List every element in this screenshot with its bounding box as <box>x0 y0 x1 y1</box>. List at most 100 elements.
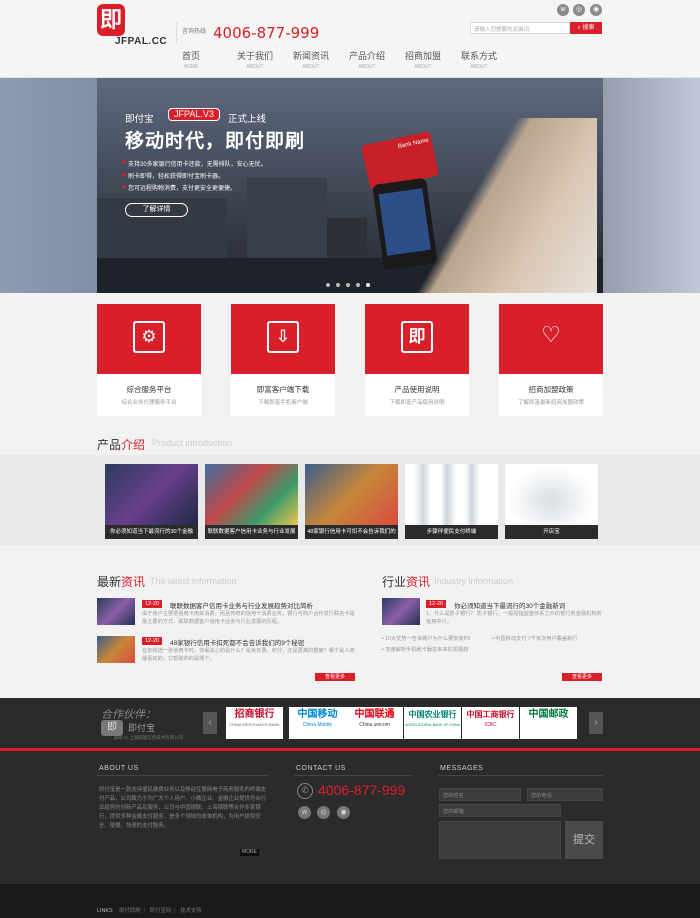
weibo-icon[interactable]: w <box>298 806 311 819</box>
news-list-item[interactable]: • 10大优势一告诉商户为什么要安装P0 <box>382 635 470 642</box>
footer-link[interactable]: 即付宝网 <box>150 908 172 914</box>
learn-more-button[interactable]: 了解详情 <box>125 203 188 217</box>
heading-text: 产品 <box>97 438 122 452</box>
chevron-left-icon[interactable]: ‹ <box>203 712 217 734</box>
nav-label: 首页 <box>181 51 200 61</box>
partner-en: China unicom <box>359 722 390 728</box>
email-field[interactable]: 您的邮箱 <box>439 804 561 817</box>
nav-label: 联系方式 <box>460 51 497 61</box>
industry-more-button[interactable]: 查看更多 <box>562 673 602 681</box>
partners-brand-sub: jfpal.cc 上海即富信息技术有限公司 <box>114 735 184 740</box>
product-image <box>105 464 198 525</box>
heading-text: 最新 <box>97 575 122 589</box>
industry-news-heading-en: Industry information <box>434 576 514 586</box>
partner-logo-icbc[interactable]: 中国工商银行 ICBC <box>462 707 519 739</box>
product-card[interactable]: 48家银行信用卡可扣不会告诉我们的 <box>305 464 398 539</box>
latest-news-heading-en: The latest information <box>150 576 237 586</box>
news-excerpt: 由于用户主要把信用卡用来消费，而且传统的信用卡消费业务，银行与商户合作发行联名卡… <box>142 611 355 625</box>
service-title: 综合服务平台 <box>126 385 172 394</box>
search-input[interactable]: 请输入您想要的关键词 <box>470 22 570 34</box>
partner-logo-abc[interactable]: 中国农业银行 AGRICULTURAL BANK OF CHINA <box>404 707 461 739</box>
hero-banner: 即付宝 JFPAL.V3 正式上线 移动时代，即付即刷 支持20多家银行信用卡还… <box>0 78 700 293</box>
latest-news-heading: 最新资讯 <box>97 573 145 590</box>
banner-prefix: 即付宝 <box>125 114 154 125</box>
news-headline[interactable]: 48家银行信用卡扣死都不会告诉我们的9个秘密 <box>170 637 304 647</box>
partners-brand-name: 即付宝 <box>128 723 156 733</box>
service-card-platform[interactable]: ⚙ 综合服务平台 综合业务代理服务平台 <box>97 304 201 416</box>
service-card-franchise[interactable]: ♡ 招商加盟政策 了解即富最新招商加盟政策 <box>499 304 603 416</box>
nav-item-about[interactable]: 关于我们 ABOUT <box>230 49 280 70</box>
monitor-gear-icon: ⚙ <box>133 321 165 353</box>
latest-more-button[interactable]: 查看更多 <box>315 673 355 681</box>
message-textarea[interactable] <box>439 821 561 859</box>
slider-dot[interactable] <box>326 283 330 287</box>
phone-field[interactable]: 您的电话 <box>527 788 603 801</box>
name-field[interactable]: 您的姓名 <box>439 788 521 801</box>
nav-item-home[interactable]: 首页 HOME <box>166 49 216 70</box>
search-button[interactable]: ⌕ 搜索 <box>570 22 602 34</box>
product-card[interactable]: 步骤伴便民支付终端 <box>405 464 498 539</box>
footer-link[interactable]: 即付即刷 <box>119 908 141 914</box>
partner-en: AGRICULTURAL BANK OF CHINA <box>405 723 460 727</box>
partner-logo-china-mobile[interactable]: 中国移动 China Mobile <box>289 707 346 739</box>
nav-item-products[interactable]: 产品介绍 ABOUT <box>342 49 392 70</box>
wechat-icon[interactable]: ◎ <box>573 4 585 16</box>
service-subtitle: 下载即富产品使用说明 <box>389 400 445 406</box>
news-date: 12-20 <box>142 637 163 645</box>
nav-item-franchise[interactable]: 招商加盟 ABOUT <box>398 49 448 70</box>
weibo-icon[interactable]: w <box>557 4 569 16</box>
partner-name: 中国移动 <box>297 709 338 720</box>
footer-link[interactable]: 技术支持 <box>180 908 202 914</box>
footer-rule <box>97 775 269 776</box>
heading-text: 行业 <box>382 575 407 589</box>
slider-dot-active[interactable] <box>366 283 370 287</box>
news-date: 12-20 <box>426 600 447 608</box>
partner-logo-china-post[interactable]: 中国邮政 <box>520 707 577 739</box>
nav-item-news[interactable]: 新闻资讯 ABOUT <box>286 49 336 70</box>
nav-item-contact[interactable]: 联系方式 ABOUT <box>454 49 504 70</box>
service-title: 产品使用说明 <box>394 385 440 394</box>
nav-label: 关于我们 <box>236 51 273 61</box>
slider-dot[interactable] <box>336 283 340 287</box>
banner-bullet: 刷卡即得，轻松获得即付宝刷卡器。 <box>121 171 224 180</box>
industry-news-heading: 行业资讯 <box>382 573 430 590</box>
news-thumbnail[interactable] <box>382 598 420 625</box>
partner-name: 中国联通 <box>354 709 395 720</box>
product-image <box>305 464 398 525</box>
wechat-icon[interactable]: ◎ <box>317 806 330 819</box>
service-card-download[interactable]: ⇩ 即富客户端下载 下载即富手机客户端 <box>231 304 335 416</box>
product-card[interactable]: 联联数据客户信用卡业务与行业发展 <box>205 464 298 539</box>
news-headline[interactable]: 你必须知道当下最流行的30个金融新词 <box>454 600 565 610</box>
site-logo[interactable]: 即 JFPAL.CC <box>97 4 167 47</box>
service-card-header: 即 <box>365 304 469 374</box>
news-date: 12-20 <box>142 600 163 608</box>
news-thumbnail[interactable] <box>97 636 135 663</box>
messages-heading: MESSAGES <box>440 765 484 772</box>
heading-highlight: 介绍 <box>121 438 146 452</box>
footer-links: LINKS 即付即刷 | 即付宝网 | 技术支持 <box>97 908 202 914</box>
partner-logo-china-unicom[interactable]: 中国联通 China unicom <box>346 707 403 739</box>
slider-dot[interactable] <box>356 283 360 287</box>
qq-icon[interactable]: ◉ <box>590 4 602 16</box>
news-headline[interactable]: 联联数据客户信用卡业务与行业发展趋势对比简析 <box>170 600 313 610</box>
handshake-icon: ♡ <box>541 322 561 347</box>
partner-en: China Mobile <box>302 722 333 728</box>
news-thumbnail[interactable] <box>97 598 135 625</box>
partner-logo-cmb[interactable]: 招商银行 CHINA MERCHANTS BANK <box>226 707 283 739</box>
partner-name: 中国工商银行 <box>466 710 515 719</box>
news-list-item[interactable]: • 苏度解析手机刷卡器在未来的发展趋 <box>382 646 468 653</box>
qq-icon[interactable]: ◉ <box>337 806 350 819</box>
chevron-right-icon[interactable]: › <box>589 712 603 734</box>
product-caption: 你必须知道当下最流行的30个金融 <box>105 525 198 539</box>
slider-dot[interactable] <box>346 283 350 287</box>
submit-button[interactable]: 提交 <box>565 821 603 859</box>
service-card-manual[interactable]: 即 产品使用说明 下载即富产品使用说明 <box>365 304 469 416</box>
news-list-text: 10大优势一告诉商户为什么要安装P0 <box>385 636 471 642</box>
product-caption: 开店宝 <box>505 525 598 539</box>
news-list-item[interactable]: • 中国移动支付 7千米次用户覆盖和行 <box>492 635 577 642</box>
search-button-label: 搜索 <box>582 25 595 31</box>
product-card[interactable]: 你必须知道当下最流行的30个金融 <box>105 464 198 539</box>
product-card[interactable]: 开店宝 <box>505 464 598 539</box>
about-more-button[interactable]: MORE <box>240 849 259 856</box>
nav-sublabel: ABOUT <box>358 64 376 70</box>
